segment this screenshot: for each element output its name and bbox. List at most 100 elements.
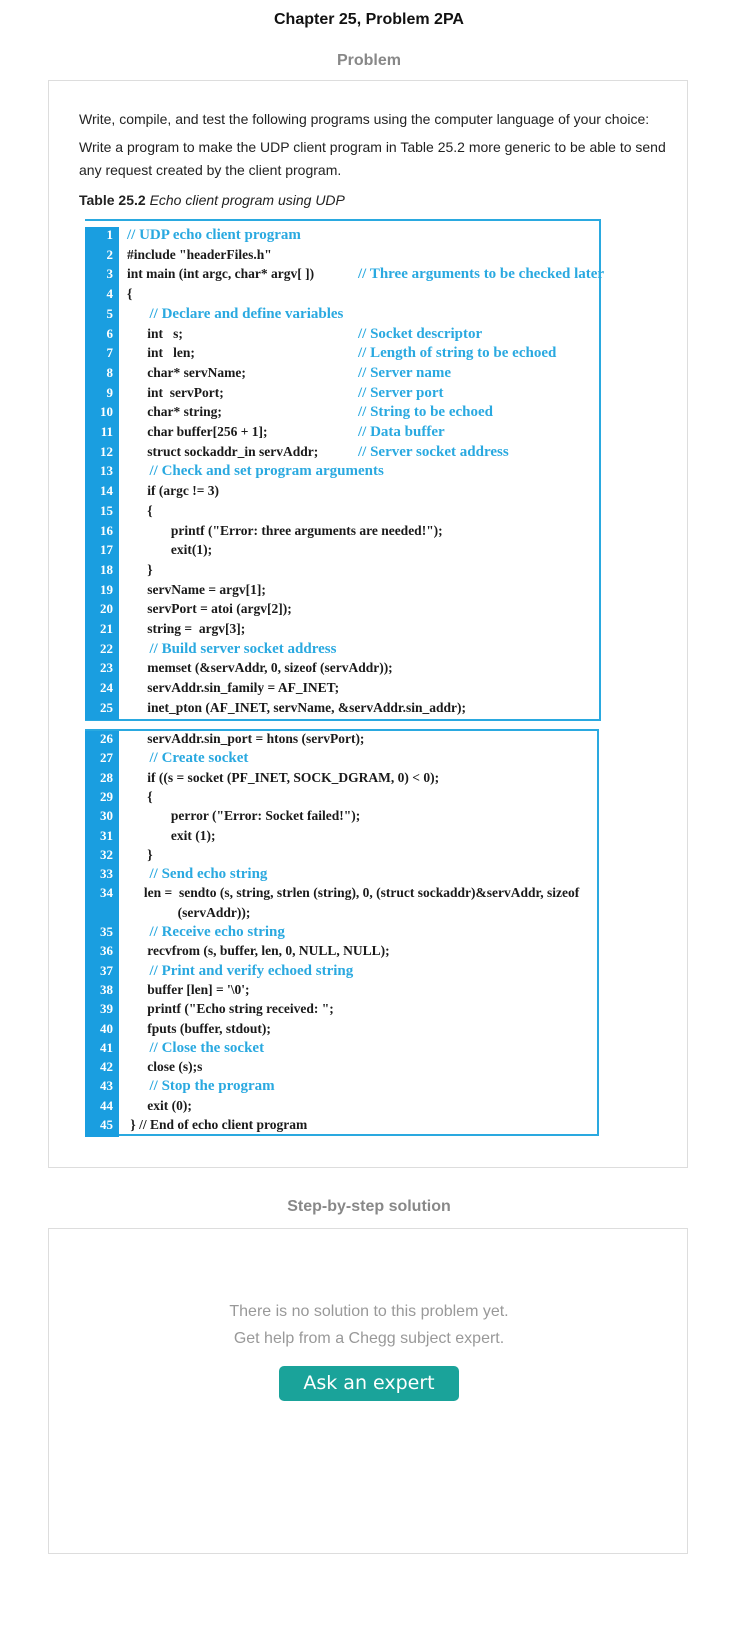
code-line: 10 char* string; // String to be echoed: [85, 404, 599, 425]
line-number: 3: [85, 266, 119, 287]
code-line: 22 // Build server socket address: [85, 640, 599, 661]
inline-comment: // Socket descriptor: [358, 325, 483, 342]
line-number: 38: [85, 981, 119, 1002]
code-line: 31 exit (1);: [85, 827, 597, 848]
problem-task: Write a program to make the UDP client p…: [79, 139, 666, 178]
line-number: 44: [85, 1097, 119, 1118]
code-statement: printf ("Error: three arguments are need…: [127, 522, 443, 538]
line-number: 37: [85, 962, 119, 983]
code-line: 27 // Create socket: [85, 750, 597, 771]
line-number: 20: [85, 601, 119, 622]
code-line: 17 exit(1);: [85, 542, 599, 563]
code-comment-line: // Receive echo string: [127, 924, 285, 940]
table-caption: Table 25.2 Echo client program using UDP: [79, 192, 345, 208]
line-number: 42: [85, 1059, 119, 1080]
code-line: 21 string = argv[3];: [85, 621, 599, 641]
code-line: 23 memset (&servAddr, 0, sizeof (servAdd…: [85, 660, 599, 681]
code-line: 43 // Stop the program: [85, 1078, 597, 1099]
line-number: 16: [85, 522, 119, 543]
line-number: 33: [85, 866, 119, 887]
code-statement: char* string;: [127, 404, 222, 420]
line-number: 7: [85, 345, 119, 366]
line-number: 11: [85, 424, 119, 444]
code-statement: } // End of echo client program: [127, 1117, 308, 1132]
solution-card: There is no solution to this problem yet…: [48, 1228, 688, 1554]
line-number: 28: [85, 769, 119, 790]
code-statement: int servPort;: [127, 384, 224, 400]
code-line: 8 char* servName; // Server name: [85, 364, 599, 385]
line-number: 41: [85, 1039, 119, 1060]
code-statement: int main (int argc, char* argv[ ]): [127, 266, 315, 282]
code-line: 12 struct sockaddr_in servAddr; // Server…: [85, 443, 599, 464]
code-statement: struct sockaddr_in servAddr;: [127, 443, 319, 459]
code-comment-line: // Check and set program arguments: [127, 463, 384, 480]
code-line: 44 exit (0);: [85, 1097, 597, 1118]
line-number: 15: [85, 502, 119, 523]
line-number: 22: [85, 640, 119, 661]
problem-card: Write, compile, and test the following p…: [48, 80, 688, 1168]
problem-section-label: Problem: [336, 52, 401, 69]
line-number: 19: [85, 581, 119, 602]
code-statement: {: [127, 788, 153, 804]
code-comment-line: // UDP echo client program: [127, 227, 301, 243]
code-statement: exit (0);: [127, 1097, 192, 1113]
code-statement: servAddr.sin_family = AF_INET;: [127, 680, 340, 696]
code-line: 40 fputs (buffer, stdout);: [85, 1020, 597, 1041]
code-statement: {: [127, 286, 133, 302]
code-line: 20 servPort = atoi (argv[2]);: [85, 601, 599, 622]
line-number: 8: [85, 364, 119, 385]
code-statement: servAddr.sin_port = htons (servPort);: [127, 731, 365, 746]
code-statement: close (s);s: [127, 1059, 203, 1075]
line-number: 45: [85, 1117, 119, 1137]
code-statement: {: [127, 502, 153, 518]
code-statement: len = sendto (s, string, strlen (string)…: [127, 885, 580, 901]
line-number: 17: [85, 542, 119, 563]
line-number: 18: [85, 561, 119, 582]
line-number: 25: [85, 699, 119, 720]
line-number: 30: [85, 808, 119, 829]
code-statement: }: [127, 561, 153, 577]
code-statement: recvfrom (s, buffer, len, 0, NULL, NULL)…: [127, 943, 390, 959]
code-statement: servPort = atoi (argv[2]);: [127, 601, 292, 617]
code-line: 25 inet_pton (AF_INET, servName, &servAd…: [85, 699, 599, 720]
code-line: 16 printf ("Error: three arguments are n…: [85, 522, 599, 543]
code-line: 35 // Receive echo string: [85, 924, 597, 944]
code-listing-part-1: 1 // UDP echo client program 2 #include "he…: [85, 219, 604, 721]
code-line: 1 // UDP echo client program: [85, 227, 599, 247]
code-line: 28 if ((s = socket (PF_INET, SOCK_DGRAM,…: [85, 769, 597, 790]
inline-comment: // Length of string to be echoed: [358, 345, 557, 362]
code-comment-line: // Send echo string: [127, 866, 268, 883]
code-comment-line: // Stop the program: [127, 1078, 275, 1095]
line-number: 34: [85, 885, 119, 906]
code-statement: if (argc != 3): [127, 483, 220, 499]
line-number: 10: [85, 404, 119, 425]
line-number: 29: [85, 788, 119, 809]
code-line: 19 servName = argv[1];: [85, 581, 599, 602]
code-line: 14 if (argc != 3): [85, 483, 599, 504]
table-caption-number: Table 25.2: [79, 192, 146, 208]
code-statement: int s;: [127, 325, 183, 341]
code-line: 30 perror ("Error: Socket failed!");: [85, 808, 597, 829]
code-line: 3 int main (int argc, char* argv[ ]) // Th…: [85, 266, 604, 287]
code-statement: buffer [len] = '\0';: [127, 981, 250, 997]
code-statement: inet_pton (AF_INET, servName, &servAddr.…: [127, 699, 466, 715]
code-line: 42 close (s);s: [85, 1059, 597, 1080]
line-number: 9: [85, 384, 119, 405]
code-line: 37 // Print and verify echoed string: [85, 962, 597, 983]
line-number: 26: [85, 731, 119, 751]
ask-expert-button[interactable]: Ask an expert: [279, 1366, 459, 1401]
line-number: 31: [85, 827, 119, 848]
code-statement: char* servName;: [127, 364, 246, 380]
problem-intro: Write, compile, and test the following p…: [79, 111, 650, 127]
code-listing-part-2: 26 servAddr.sin_port = htons (servPort);…: [85, 729, 599, 1137]
code-line: 32 }: [85, 846, 597, 867]
code-line: 4{: [85, 286, 599, 307]
code-comment-line: // Print and verify echoed string: [127, 962, 354, 979]
code-statement: if ((s = socket (PF_INET, SOCK_DGRAM, 0)…: [127, 769, 440, 785]
line-number: 23: [85, 660, 119, 681]
code-line: 11 char buffer[256 + 1]; // Data buffer: [85, 424, 599, 444]
code-statement: string = argv[3];: [127, 621, 246, 636]
code-comment-line: // Close the socket: [127, 1039, 265, 1056]
inline-comment: // String to be echoed: [358, 404, 493, 421]
code-line: 41 // Close the socket: [85, 1039, 597, 1060]
